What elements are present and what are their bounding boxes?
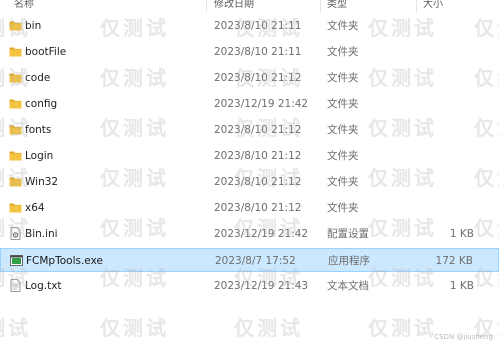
file-name: fonts	[25, 124, 52, 136]
column-header-date[interactable]: 修改日期	[214, 0, 254, 10]
file-modified-date: 2023/12/19 21:42	[214, 98, 309, 110]
file-modified-date: 2023/8/10 21:12	[214, 176, 302, 188]
folder-icon	[9, 99, 22, 109]
file-name: x64	[25, 202, 45, 214]
folder-icon	[9, 203, 22, 213]
file-modified-date: 2023/12/19 21:43	[214, 280, 309, 292]
file-name: config	[25, 98, 58, 110]
file-type: 文件夹	[327, 176, 359, 188]
column-header-size[interactable]: 大小	[423, 0, 443, 10]
settings-file-icon	[10, 227, 21, 240]
file-row[interactable]: Bin.ini 2023/12/19 21:42 配置设置 1 KB	[0, 222, 499, 246]
file-name: Login	[25, 150, 54, 162]
column-separator[interactable]	[206, 0, 207, 12]
file-type: 文件夹	[327, 150, 359, 162]
file-row[interactable]: bootFile 2023/8/10 21:11 文件夹	[0, 40, 499, 64]
file-row-selected[interactable]: FCMpTools.exe 2023/8/7 17:52 应用程序 172 KB	[0, 248, 499, 272]
folder-icon	[9, 177, 22, 187]
file-type: 文件夹	[327, 46, 359, 58]
file-row[interactable]: fonts 2023/8/10 21:12 文件夹	[0, 118, 499, 142]
credit-watermark: CSDN @jiusheng	[434, 333, 493, 341]
file-row[interactable]: code 2023/8/10 21:12 文件夹	[0, 66, 499, 90]
folder-icon	[9, 151, 22, 161]
file-modified-date: 2023/8/10 21:12	[214, 202, 302, 214]
file-name: code	[25, 72, 51, 84]
file-row[interactable]: bin 2023/8/10 21:11 文件夹	[0, 14, 499, 38]
file-size: 1 KB	[449, 280, 474, 292]
file-size: 1 KB	[449, 228, 474, 240]
file-modified-date: 2023/8/10 21:12	[214, 150, 302, 162]
file-row[interactable]: Login 2023/8/10 21:12 文件夹	[0, 144, 499, 168]
file-modified-date: 2023/8/10 21:12	[214, 124, 302, 136]
column-separator[interactable]	[416, 0, 417, 12]
file-modified-date: 2023/8/7 17:52	[215, 255, 296, 267]
file-modified-date: 2023/12/19 21:42	[214, 228, 309, 240]
file-type: 文件夹	[327, 20, 359, 32]
file-type: 文件夹	[327, 124, 359, 136]
file-modified-date: 2023/8/10 21:12	[214, 72, 302, 84]
column-header-name[interactable]: 名称	[14, 0, 34, 10]
application-icon	[10, 255, 23, 266]
folder-icon	[9, 47, 22, 57]
file-type: 文件夹	[327, 72, 359, 84]
file-modified-date: 2023/8/10 21:11	[214, 20, 302, 32]
file-size: 172 KB	[435, 255, 473, 267]
file-row[interactable]: x64 2023/8/10 21:12 文件夹	[0, 196, 499, 220]
file-list: 名称 修改日期 类型 大小 bin 2023/8/10 21:11 文件夹 bootF…	[0, 0, 499, 344]
file-type: 文件夹	[327, 202, 359, 214]
column-separator[interactable]	[320, 0, 321, 12]
text-file-icon	[10, 279, 21, 292]
folder-icon	[9, 21, 22, 31]
column-header-type[interactable]: 类型	[327, 0, 347, 10]
file-type: 文本文档	[327, 280, 369, 292]
file-name: Win32	[25, 176, 59, 188]
file-row[interactable]: config 2023/12/19 21:42 文件夹	[0, 92, 499, 116]
file-name: Bin.ini	[25, 228, 58, 240]
file-name: bin	[25, 20, 42, 32]
folder-icon	[9, 125, 22, 135]
file-name: bootFile	[25, 46, 67, 58]
column-header: 名称 修改日期 类型 大小	[0, 0, 499, 12]
file-type: 配置设置	[327, 228, 369, 240]
folder-icon	[9, 73, 22, 83]
file-type: 文件夹	[327, 98, 359, 110]
file-row[interactable]: Log.txt 2023/12/19 21:43 文本文档 1 KB	[0, 274, 499, 298]
file-name: FCMpTools.exe	[26, 255, 103, 267]
file-row[interactable]: Win32 2023/8/10 21:12 文件夹	[0, 170, 499, 194]
file-name: Log.txt	[25, 280, 62, 292]
file-type: 应用程序	[328, 255, 370, 267]
file-modified-date: 2023/8/10 21:11	[214, 46, 302, 58]
